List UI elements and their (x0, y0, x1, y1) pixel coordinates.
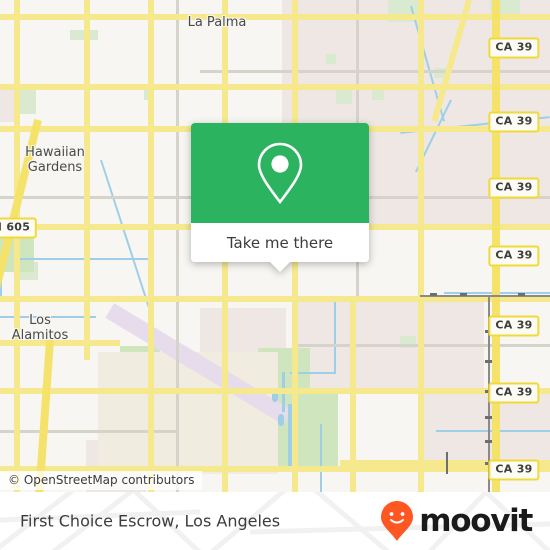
location-popup-card[interactable]: Take me there (191, 123, 369, 272)
popup-image-area (191, 123, 369, 223)
place-label-line: Hawaiian (25, 145, 85, 160)
road-vertical[interactable] (350, 300, 356, 492)
park-area (336, 90, 352, 104)
attribution-text[interactable]: © OpenStreetMap contributors (0, 470, 203, 490)
airport-area (98, 352, 278, 474)
place-label-los-alamitos: Los Alamitos (12, 313, 69, 343)
footer-bar: First Choice Escrow, Los Angeles moovit (0, 492, 550, 550)
popup-body: Take me there (191, 123, 369, 262)
take-me-there-label: Take me there (226, 233, 334, 252)
railway-tick (485, 416, 492, 419)
map-screenshot: La Palma Hawaiian Gardens Los Alamitos CA 39… (0, 0, 550, 550)
railway-tick (518, 293, 525, 296)
popup-pointer-tail (269, 261, 291, 272)
road-horizontal[interactable] (0, 84, 550, 90)
railway-tick (485, 440, 492, 443)
road-vertical[interactable] (14, 0, 20, 492)
road-vertical[interactable] (84, 0, 90, 360)
waterway (100, 159, 152, 313)
map-pin-icon (257, 142, 303, 205)
map-attribution: © OpenStreetMap contributors (0, 468, 550, 492)
waterway (334, 300, 336, 374)
highway-shield-ca-39: CA 39 (488, 111, 540, 133)
highway-shield-ca-39: CA 39 (488, 382, 540, 404)
map-canvas[interactable]: La Palma Hawaiian Gardens Los Alamitos CA 39… (0, 0, 550, 492)
road-vertical[interactable] (148, 0, 154, 492)
place-label-line: Los (29, 313, 51, 328)
moovit-logo[interactable]: moovit (380, 500, 533, 542)
park-area (326, 54, 336, 64)
highway-shield-ca-39: CA 39 (488, 177, 540, 199)
moovit-wordmark: moovit (419, 502, 533, 539)
take-me-there-button[interactable]: Take me there (191, 223, 369, 262)
park-area (300, 390, 338, 468)
place-label-hawaiian-gardens: Hawaiian Gardens (25, 145, 85, 175)
highway-shield-i-605: I 605 (0, 217, 38, 239)
moovit-pin-smiley-icon (381, 501, 414, 541)
place-label-line: Gardens (27, 160, 83, 175)
minor-road[interactable] (176, 0, 179, 492)
road-horizontal[interactable] (0, 388, 550, 394)
highway-shield-ca-39: CA 39 (488, 37, 540, 59)
railway-tick (460, 293, 467, 296)
waterway (278, 414, 284, 426)
page-title: First Choice Escrow, Los Angeles (20, 511, 281, 531)
highway-shield-ca-39: CA 39 (488, 245, 540, 267)
place-label-la-palma: La Palma (188, 15, 247, 30)
road-vertical[interactable] (418, 0, 424, 492)
railway-tick (430, 293, 437, 296)
highway-shield-ca-39: CA 39 (488, 315, 540, 337)
place-label-line: Alamitos (11, 328, 69, 343)
place-label-line: La Palma (187, 15, 247, 30)
railway-tick (485, 360, 492, 363)
